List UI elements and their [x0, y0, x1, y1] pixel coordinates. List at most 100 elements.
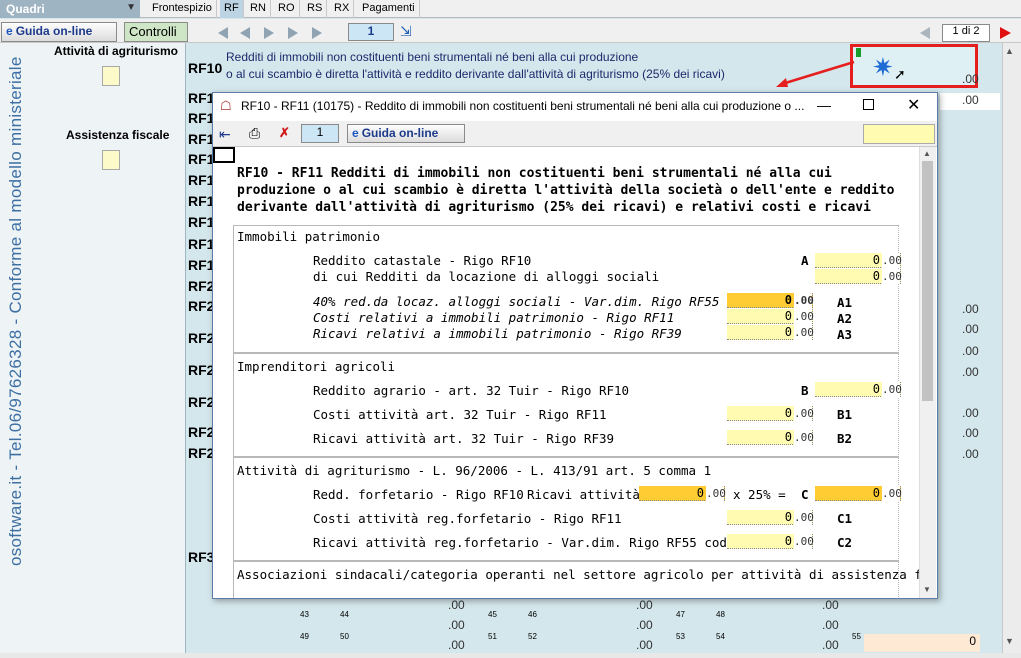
- field-c2-value: 0: [784, 534, 792, 548]
- dialog-guida-label: Guida on-line: [361, 126, 439, 140]
- cell-num-43: 43: [300, 610, 309, 619]
- sec3-title: Attività di agriturismo - L. 96/2006 - L…: [237, 463, 712, 478]
- dialog-toolbar: ⇤ ⎙ ✗ 1 e Guida on-line: [213, 121, 937, 147]
- goto-page-icon[interactable]: ⇲: [400, 23, 418, 41]
- next-module-icon[interactable]: [1000, 27, 1011, 39]
- cell-49-decimals: .00: [448, 638, 465, 652]
- dialog-scrollbar[interactable]: ▲ ▼: [919, 147, 936, 598]
- field-a1-dec: .00: [794, 293, 814, 308]
- rf10-rf11-dialog: ☖ RF10 - RF11 (10175) - Reddito di immob…: [212, 92, 938, 599]
- field-a2-value: 0: [784, 309, 792, 323]
- scroll-down-icon[interactable]: ▼: [1005, 636, 1014, 646]
- dialog-scroll-up-icon[interactable]: ▲: [923, 149, 931, 158]
- field-b-value: 0: [872, 382, 880, 396]
- tab-rf[interactable]: RF: [220, 0, 244, 18]
- status-bar: [0, 653, 1021, 658]
- field-a1[interactable]: 0.00: [727, 293, 814, 308]
- top-tab-bar: Quadri ▼ Frontespizio RF RN RO RS RX Paga…: [0, 0, 1021, 18]
- field-c[interactable]: 0.00: [815, 486, 902, 501]
- code-b2: B2: [837, 431, 853, 446]
- vertical-banner: osoftware.it - Tel.06/97626328 - Conform…: [6, 56, 25, 566]
- field-b2[interactable]: 0.00: [727, 430, 814, 445]
- field-b-dec: .00: [882, 382, 902, 397]
- field-b[interactable]: 0.00: [815, 382, 902, 397]
- tab-pagamenti[interactable]: Pagamenti: [358, 0, 420, 18]
- cell-num-50: 50: [340, 632, 349, 641]
- locaz-alloggi-label: 40% red.da locaz. alloggi sociali - Var.…: [313, 294, 780, 309]
- field-c1[interactable]: 0.00: [727, 510, 814, 525]
- rf10-highlighted-field[interactable]: [850, 44, 978, 88]
- dialog-scroll-thumb[interactable]: [922, 161, 933, 401]
- cell-num-45: 45: [488, 610, 497, 619]
- cell-45-decimals: .00: [636, 598, 653, 612]
- sec4-title: Associazioni sindacali/categoria operant…: [237, 567, 919, 582]
- sec1-title: Immobili patrimonio: [237, 229, 380, 244]
- field-alloggi-dec: .00: [882, 269, 902, 284]
- next-page-icon[interactable]: [264, 27, 274, 39]
- rf25-decimals: .00: [962, 406, 979, 420]
- row-label-rf10: RF10: [188, 60, 223, 76]
- tab-rn[interactable]: RN: [246, 0, 271, 18]
- quadri-select[interactable]: Quadri ▼: [0, 0, 140, 18]
- agriturismo-checkbox[interactable]: [102, 66, 120, 86]
- exit-icon[interactable]: ⇤: [219, 126, 231, 143]
- minimize-button[interactable]: —: [817, 97, 831, 113]
- prev-page-icon[interactable]: [240, 27, 250, 39]
- code-b1: B1: [837, 407, 853, 422]
- costi-forfetario-label: Costi attività reg.forfetario - Rigo RF1…: [313, 511, 622, 526]
- dialog-guida-button[interactable]: e Guida on-line: [347, 124, 465, 143]
- field-a3[interactable]: 0.00: [727, 325, 814, 340]
- cell-44-decimals: .00: [448, 618, 465, 632]
- tab-rs[interactable]: RS: [303, 0, 328, 18]
- field-a2[interactable]: 0.00: [727, 309, 814, 324]
- module-page-indicator: 1 di 2: [942, 24, 990, 42]
- mult-25-label: x 25% =: [733, 487, 786, 502]
- scroll-up-icon[interactable]: ▲: [1005, 46, 1014, 56]
- field-b2-dec: .00: [794, 430, 814, 445]
- dialog-page-field[interactable]: 1: [301, 124, 339, 143]
- assistenza-checkbox[interactable]: [102, 150, 120, 170]
- close-button[interactable]: ✕: [907, 95, 920, 115]
- controlli-button[interactable]: Controlli: [124, 22, 188, 42]
- field-c-value: 0: [872, 486, 880, 500]
- guida-online-button[interactable]: e Guida on-line: [1, 22, 117, 42]
- end-page-icon[interactable]: [312, 27, 322, 39]
- first-page-icon[interactable]: [218, 27, 228, 39]
- ie-icon: e: [352, 126, 359, 140]
- field-b1[interactable]: 0.00: [727, 406, 814, 421]
- tab-rx[interactable]: RX: [330, 0, 355, 18]
- code-a1: A1: [837, 295, 853, 310]
- cell-55-field[interactable]: 0: [864, 634, 980, 652]
- cell-num-47: 47: [676, 610, 685, 619]
- ricavi-attivita-label: Ricavi attività: [527, 487, 640, 502]
- field-alloggi[interactable]: 0.00: [815, 269, 902, 284]
- field-b1-dec: .00: [794, 406, 814, 421]
- main-scrollbar[interactable]: [1002, 43, 1021, 653]
- click-burst-icon: ✷: [872, 52, 894, 82]
- field-ricavi-agriturismo[interactable]: 0.00: [639, 486, 726, 501]
- field-a3-value: 0: [784, 325, 792, 339]
- prev-module-icon[interactable]: [920, 27, 930, 39]
- field-c2[interactable]: 0.00: [727, 534, 814, 549]
- dialog-heading: RF10 - RF11 Redditi di immobili non cost…: [237, 166, 895, 215]
- field-c1-dec: .00: [794, 510, 814, 525]
- rf28-decimals: .00: [962, 447, 979, 461]
- tab-ro[interactable]: RO: [274, 0, 300, 18]
- last-page-icon[interactable]: [288, 27, 298, 39]
- page-number-field[interactable]: 1: [348, 23, 394, 41]
- dialog-scroll-down-icon[interactable]: ▼: [923, 585, 931, 594]
- field-a2-dec: .00: [794, 309, 814, 324]
- cell-46-decimals: .00: [636, 618, 653, 632]
- print-icon[interactable]: ⎙: [249, 125, 260, 142]
- sec2-title: Imprenditori agricoli: [237, 359, 396, 374]
- focus-marker: [213, 147, 235, 163]
- callout-arrow: [776, 60, 855, 87]
- code-c1: C1: [837, 511, 853, 526]
- field-a-dec: .00: [882, 253, 902, 268]
- field-a[interactable]: 0.00: [815, 253, 902, 268]
- rf10-desc-line2: o al cui scambio è diretta l'attività e …: [226, 67, 725, 81]
- maximize-button[interactable]: [863, 99, 874, 110]
- tab-frontespizio[interactable]: Frontespizio: [148, 0, 217, 18]
- delete-icon[interactable]: ✗: [279, 125, 290, 141]
- rf27-decimals: .00: [962, 426, 979, 440]
